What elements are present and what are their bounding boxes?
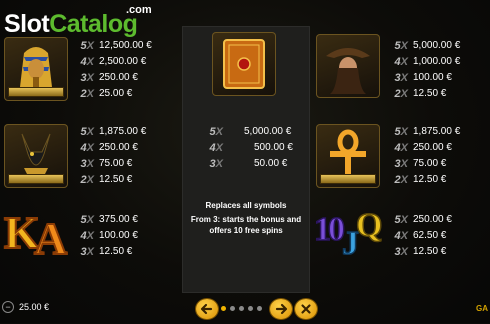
book-payouts: 5X 5,000.00 € 4X 500.00 € 3X 50.00 €: [203, 124, 293, 172]
payout-row: 2X 12.50 €: [80, 174, 133, 186]
ankh-symbol: [316, 124, 380, 188]
arrow-right-icon: [275, 303, 288, 315]
scatter-desc-title: Replaces all symbols: [205, 201, 287, 210]
explorer-icon: [326, 48, 370, 94]
scatter-desc-line1: From 3: starts the bonus and: [190, 215, 302, 224]
payout-row: 5X 5,000.00 €: [209, 126, 292, 138]
ka-symbol-icon: K A: [3, 206, 68, 258]
explorer-payouts: 5X 5,000.00 € 4X 1,000.00 € 3X 100.00 € 2X 1…: [388, 38, 461, 102]
payout-row: 4X 250.00 €: [394, 142, 452, 154]
explorer-symbol: [316, 34, 380, 98]
tjq-payouts: 5X 250.00 € 4X 62.50 € 3X 12.50 €: [388, 212, 452, 260]
book-icon: [223, 39, 265, 89]
anubis-payouts: 5X 1,875.00 € 4X 250.00 € 3X 75.00 € 2X 12.5…: [74, 124, 147, 188]
letter-q: Q: [356, 207, 382, 244]
next-page-button[interactable]: [270, 299, 292, 319]
payout-row: 5X 250.00 €: [394, 214, 452, 226]
arrow-left-icon: [200, 303, 213, 315]
payout-row: 3X 12.50 €: [80, 246, 133, 258]
payout-row: 3X 50.00 €: [209, 158, 288, 170]
payout-row: 3X 100.00 €: [394, 72, 452, 84]
slotcatalog-watermark: SlotCatalog .com: [4, 4, 154, 40]
watermark-part2: Catalog: [49, 10, 138, 38]
payout-row: 2X 12.50 €: [394, 174, 447, 186]
page-dot[interactable]: [239, 306, 244, 311]
paytable-screen: SlotCatalog .com 5X 12,500.00 € 4X 2,500.0…: [0, 0, 490, 323]
payout-row: 4X 2,500.00 €: [80, 56, 147, 68]
payout-row: 3X 250.00 €: [80, 72, 138, 84]
ka-payouts: 5X 375.00 € 4X 100.00 € 3X 12.50 €: [74, 212, 138, 260]
scatter-info-panel: 5X 5,000.00 € 4X 500.00 € 3X 50.00 € Replac…: [182, 26, 310, 293]
page-dot[interactable]: [257, 306, 262, 311]
watermark-tld: .com: [126, 4, 152, 16]
page-dot[interactable]: [248, 306, 253, 311]
payout-row: 3X 75.00 €: [80, 158, 133, 170]
payout-row: 5X 1,875.00 €: [80, 126, 147, 138]
symbol-banner: [8, 174, 64, 184]
bet-value: 25.00 €: [19, 302, 50, 312]
symbol-banner: [320, 174, 376, 184]
scatter-desc-line2: offers 10 free spins: [209, 226, 283, 235]
payout-row: 3X 12.50 €: [394, 246, 447, 258]
tjq-symbol-icon: 1 0 J Q: [313, 206, 382, 258]
close-paytable-button[interactable]: [295, 299, 317, 319]
bet-control: − 25.00 €: [2, 301, 49, 313]
close-icon: [301, 304, 311, 314]
pharaoh-payouts: 5X 12,500.00 € 4X 2,500.00 € 3X 250.00 € 2X…: [74, 38, 152, 102]
payout-row: 2X 25.00 €: [80, 88, 133, 100]
ankh-payouts: 5X 1,875.00 € 4X 250.00 € 3X 75.00 € 2X 12.5…: [388, 124, 461, 188]
payout-row: 4X 62.50 €: [394, 230, 447, 242]
payout-row: 5X 12,500.00 €: [80, 40, 152, 52]
payout-row: 4X 100.00 €: [80, 230, 138, 242]
bet-decrease-button[interactable]: −: [2, 301, 14, 313]
watermark-part1: Slot: [4, 10, 50, 38]
page-dot[interactable]: [221, 306, 226, 311]
letter-a: A: [34, 213, 67, 258]
payout-row: 5X 5,000.00 €: [394, 40, 461, 52]
book-symbol: [212, 32, 276, 96]
anubis-symbol: [4, 124, 68, 188]
pharaoh-symbol: [4, 37, 68, 101]
previous-page-button[interactable]: [196, 299, 218, 319]
payout-row: 4X 1,000.00 €: [394, 56, 461, 68]
payout-row: 5X 375.00 €: [80, 214, 138, 226]
payout-row: 4X 250.00 €: [80, 142, 138, 154]
payout-row: 5X 1,875.00 €: [394, 126, 461, 138]
payout-row: 2X 12.50 €: [394, 88, 447, 100]
payout-row: 4X 500.00 €: [209, 142, 293, 154]
page-dot[interactable]: [230, 306, 235, 311]
corner-label: GA: [476, 304, 488, 313]
payout-row: 3X 75.00 €: [394, 158, 447, 170]
symbol-banner: [8, 87, 64, 97]
page-indicator: [221, 306, 262, 311]
